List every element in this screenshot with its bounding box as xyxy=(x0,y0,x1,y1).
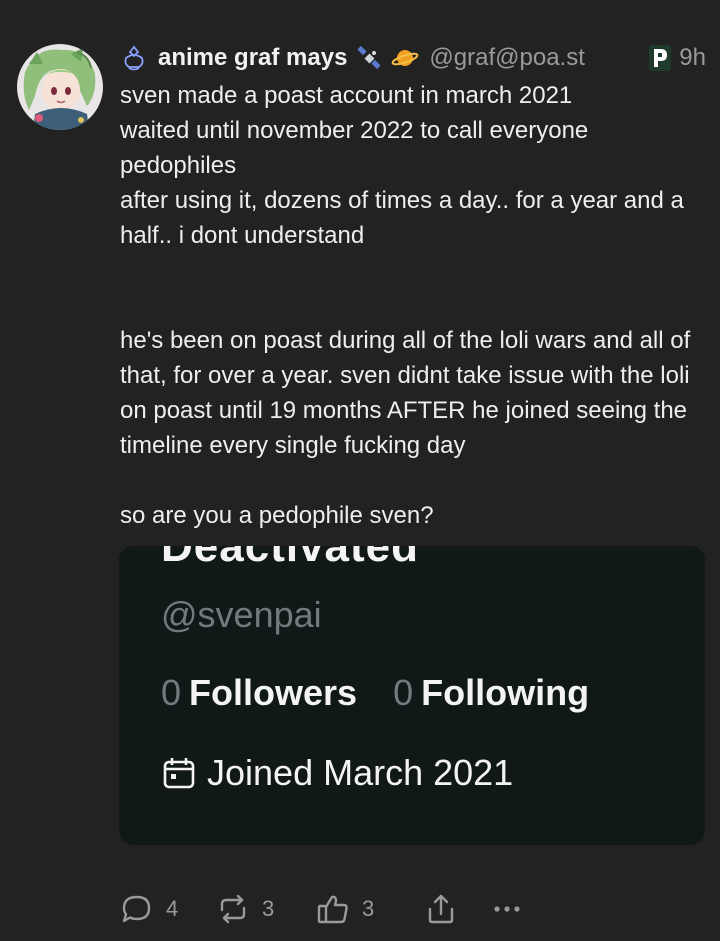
thumbs-up-icon xyxy=(317,895,348,924)
action-bar: 4 3 3 xyxy=(120,889,524,929)
post-header: anime graf mays @graf@poa.st 9h xyxy=(120,40,706,76)
reply-count: 4 xyxy=(166,896,179,921)
repost-count: 3 xyxy=(262,896,275,921)
pleroma-logo-icon xyxy=(649,45,672,71)
post-text-line: so are you a pedophile sven? xyxy=(120,502,434,529)
image-attachment[interactable]: Deactivated @svenpai 0 Followers 0 Followin… xyxy=(119,546,705,845)
post-time[interactable]: 9h xyxy=(679,44,706,72)
share-icon xyxy=(428,894,454,924)
post-text-line: waited until november 2022 to call every… xyxy=(120,117,589,179)
satellite-icon xyxy=(357,45,382,70)
avatar[interactable] xyxy=(17,44,103,130)
joined-date: Joined March 2021 xyxy=(161,752,513,794)
author-handle[interactable]: @graf@poa.st xyxy=(429,44,584,72)
calendar-icon xyxy=(163,758,195,789)
more-icon xyxy=(494,906,520,912)
like-count: 3 xyxy=(362,896,375,921)
share-button[interactable] xyxy=(424,892,490,926)
followers-label: Followers xyxy=(189,672,358,713)
ringed-planet-icon xyxy=(392,50,419,66)
post-text-paragraph: he's been on poast during all of the lol… xyxy=(120,327,691,459)
avatar-image xyxy=(17,44,103,130)
reply-button[interactable]: 4 xyxy=(120,892,216,926)
repost-icon xyxy=(220,894,246,924)
post-body: sven made a poast account in march 2021 … xyxy=(120,78,710,533)
deactivated-label: Deactivated xyxy=(161,546,420,571)
like-button[interactable]: 3 xyxy=(316,892,424,926)
display-name[interactable]: anime graf mays xyxy=(158,44,347,72)
more-button[interactable] xyxy=(490,892,524,926)
post-text-line: sven made a poast account in march 2021 xyxy=(120,82,573,109)
follow-stats: 0 Followers 0 Following xyxy=(161,672,589,714)
followers-count: 0 xyxy=(161,672,182,713)
robot-icon xyxy=(124,45,144,71)
repost-button[interactable]: 3 xyxy=(216,892,316,926)
following-label: Following xyxy=(421,672,590,713)
reply-icon xyxy=(122,895,151,923)
joined-label: Joined March 2021 xyxy=(207,752,514,793)
attachment-handle: @svenpai xyxy=(161,594,322,635)
following-count: 0 xyxy=(393,672,414,713)
post-text-line: after using it, dozens of times a day.. … xyxy=(120,187,684,249)
